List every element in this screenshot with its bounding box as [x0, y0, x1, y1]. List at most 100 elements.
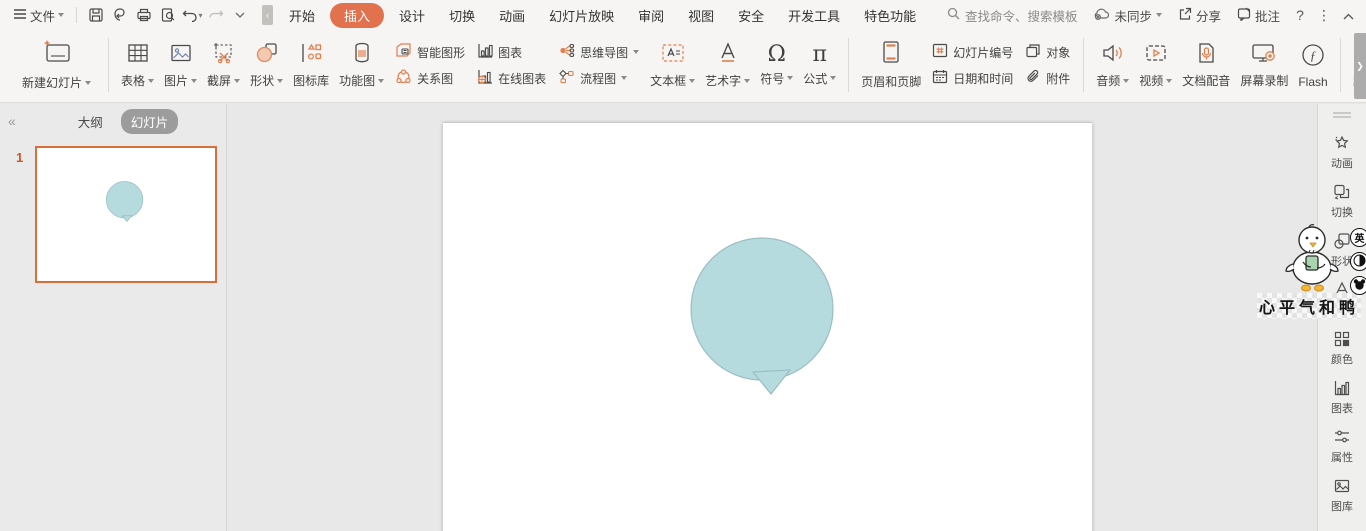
chart-button[interactable]: 图表: [477, 43, 546, 61]
mindmap-button[interactable]: 思维导图: [558, 43, 640, 61]
sidebar-item-properties[interactable]: 属性: [1318, 428, 1366, 465]
flash-button[interactable]: ƒ Flash: [1293, 34, 1332, 96]
monkey-badge-button[interactable]: [1350, 276, 1366, 295]
save-button[interactable]: [84, 4, 108, 26]
dark-mode-badge-button[interactable]: [1350, 252, 1366, 271]
panel-collapse-button[interactable]: «: [8, 113, 28, 129]
divider: [76, 7, 78, 23]
screenshot-button[interactable]: 截屏: [202, 34, 245, 96]
picture-button[interactable]: 图片: [159, 34, 202, 96]
relation-diagram-button[interactable]: 关系图: [395, 69, 465, 87]
command-search[interactable]: 查找命令、搜索模板: [941, 6, 1084, 25]
oval-callout-shape[interactable]: [443, 123, 1092, 531]
sidebar-item-transition[interactable]: 切换: [1318, 183, 1366, 220]
tab-home[interactable]: 开始: [277, 2, 327, 29]
monkey-head-icon: [1353, 278, 1366, 294]
export-pdf-button[interactable]: [108, 4, 132, 26]
sidebar-item-chart[interactable]: 图表: [1318, 379, 1366, 416]
tab-devtools[interactable]: 开发工具: [776, 2, 852, 29]
tab-view[interactable]: 视图: [676, 2, 726, 29]
chevron-down-icon: [830, 76, 837, 80]
panel-tabs: 大纲 幻灯片: [28, 108, 218, 134]
icon-library-button[interactable]: 图标库: [288, 34, 334, 96]
flowchart-button[interactable]: 流程图: [558, 69, 639, 87]
symbol-button[interactable]: Ω 符号: [755, 34, 798, 96]
sync-status-button[interactable]: 未同步: [1087, 6, 1168, 25]
editing-canvas[interactable]: [227, 104, 1317, 531]
chevron-down-icon: [191, 78, 198, 83]
sync-label: 未同步: [1114, 9, 1152, 24]
slide-thumbnail-preview: [105, 181, 144, 223]
header-footer-button[interactable]: 页眉和页脚: [856, 34, 926, 96]
function-diagram-button[interactable]: 功能图: [334, 34, 389, 96]
textbox-button[interactable]: 文本框: [645, 34, 700, 96]
chevron-down-icon: [148, 78, 155, 83]
chevron-down-icon: [1166, 78, 1173, 83]
help-button[interactable]: ?: [1290, 7, 1310, 23]
pi-icon: π: [812, 41, 827, 67]
tabs-scroll-left-button[interactable]: ‹: [262, 5, 274, 25]
ribbon-expand-button[interactable]: ❯: [1354, 33, 1366, 99]
object-icon: [1025, 43, 1041, 61]
doc-voice-button[interactable]: 文档配音: [1177, 34, 1235, 96]
color-palette-icon: [1333, 330, 1351, 348]
new-slide-button[interactable]: 新建幻灯片: [12, 34, 101, 96]
omega-icon: Ω: [767, 41, 786, 67]
tab-special-features[interactable]: 特色功能: [852, 2, 928, 29]
undo-button[interactable]: ▾: [180, 4, 204, 26]
undo-caret-icon: ▾: [198, 10, 203, 20]
chevron-down-icon: [633, 50, 640, 54]
divider: [108, 38, 110, 92]
smart-art-button[interactable]: 智能图形: [395, 43, 465, 61]
audio-button[interactable]: 音频: [1091, 34, 1134, 96]
online-chart-button[interactable]: 在线图表: [477, 69, 546, 87]
customize-quickbar-button[interactable]: [228, 4, 252, 26]
more-options-button[interactable]: ⋮: [1314, 7, 1334, 24]
cloud-sync-icon: [1093, 7, 1110, 23]
share-button[interactable]: 分享: [1172, 6, 1227, 25]
print-preview-button[interactable]: [156, 4, 180, 26]
table-button[interactable]: 表格: [116, 34, 159, 96]
chevron-down-icon: [744, 78, 751, 83]
tab-slides[interactable]: 幻灯片: [120, 108, 179, 134]
slide-number-icon: [932, 43, 948, 61]
slide-thumbnail[interactable]: [35, 146, 217, 283]
tab-transition[interactable]: 切换: [437, 2, 487, 29]
tab-animation[interactable]: 动画: [487, 2, 537, 29]
object-button[interactable]: 对象: [1025, 43, 1070, 61]
datetime-button[interactable]: 日期和时间: [932, 69, 1013, 87]
sidebar-item-animation[interactable]: 动画: [1318, 134, 1366, 171]
translate-badge-button[interactable]: 英: [1350, 228, 1366, 247]
tab-insert[interactable]: 插入: [330, 2, 385, 28]
video-button[interactable]: 视频: [1134, 34, 1177, 96]
screen-record-button[interactable]: 屏幕录制: [1235, 34, 1293, 96]
main-menu-button[interactable]: 文件: [8, 0, 69, 30]
tab-security[interactable]: 安全: [726, 2, 776, 29]
attachment-button[interactable]: 附件: [1025, 69, 1070, 87]
shapes-button[interactable]: 形状: [245, 34, 288, 96]
ribbon-stack: 对象 附件: [1019, 34, 1076, 96]
comment-button[interactable]: 批注: [1231, 6, 1286, 25]
tab-review[interactable]: 审阅: [626, 2, 676, 29]
collapse-ribbon-button[interactable]: [1338, 7, 1358, 23]
tab-outline[interactable]: 大纲: [68, 109, 113, 134]
sidebar-item-color[interactable]: 颜色: [1318, 330, 1366, 367]
chevron-down-icon: [621, 76, 628, 80]
chart-tool-icon: [1333, 379, 1351, 397]
slide-page[interactable]: [443, 122, 1092, 531]
tab-slideshow[interactable]: 幻灯片放映: [537, 2, 626, 29]
formula-button[interactable]: π 公式: [798, 34, 841, 96]
wordart-button[interactable]: 艺术字: [700, 34, 755, 96]
ribbon-stack: 思维导图 流程图: [552, 34, 645, 96]
table-icon: [126, 41, 150, 68]
sidebar-item-gallery[interactable]: 图库: [1318, 477, 1366, 514]
redo-button[interactable]: [204, 4, 228, 26]
video-icon: [1143, 41, 1169, 68]
print-button[interactable]: [132, 4, 156, 26]
sidebar-drag-handle[interactable]: [1333, 112, 1351, 118]
search-icon: [947, 7, 960, 23]
tab-design[interactable]: 设计: [387, 2, 437, 29]
menubar: 文件 ▾ ‹ 开始 插入 设计 切换 动画 幻灯片放映 审阅 视图 安全 开发工…: [0, 0, 1366, 30]
ribbon-toolbar: 新建幻灯片 表格 图片 截屏 形状 图标库 功能图 智能图形 关系图 图表 在线…: [0, 30, 1366, 103]
slide-number-button[interactable]: 幻灯片编号: [932, 43, 1013, 61]
